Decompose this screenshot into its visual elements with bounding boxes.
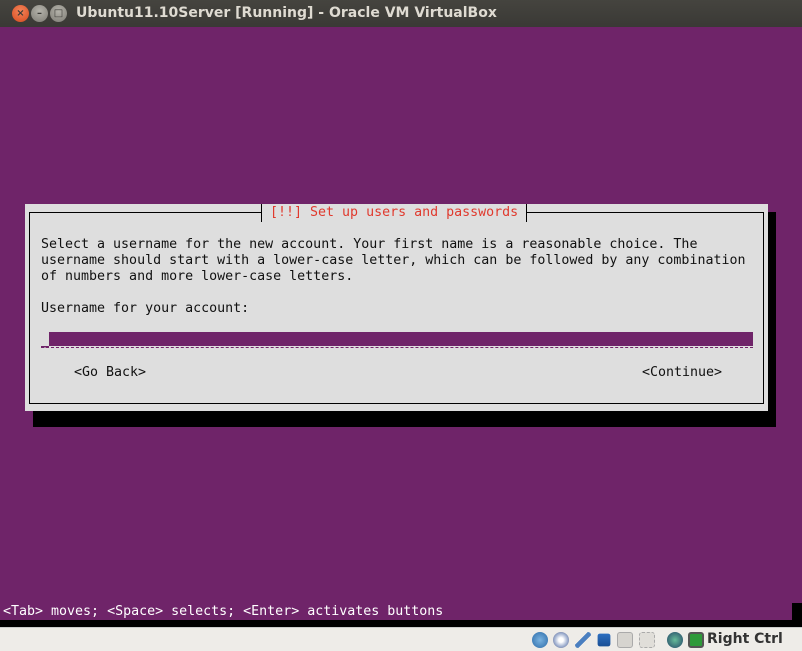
go-back-button[interactable]: <Go Back> (74, 365, 146, 381)
shared-folders-icon[interactable] (617, 632, 633, 648)
screen-border-right (792, 603, 802, 627)
virtualization-icon[interactable] (639, 632, 655, 648)
keyboard-hint: <Tab> moves; <Space> selects; <Enter> ac… (3, 604, 443, 620)
minimize-window-button[interactable]: – (31, 5, 48, 22)
username-label: Username for your account: (41, 301, 249, 317)
username-input[interactable] (49, 332, 753, 346)
window-title: Ubuntu11.10Server [Running] - Oracle VM … (76, 5, 497, 21)
title-bar: × – □ Ubuntu11.10Server [Running] - Orac… (0, 0, 802, 27)
dialog-description: Select a username for the new account. Y… (41, 237, 745, 285)
dialog-title: [!!] Set up users and passwords (261, 204, 527, 222)
keyboard-capture-icon[interactable] (688, 632, 704, 648)
host-key-label: Right Ctrl (707, 631, 783, 647)
status-bar: Right Ctrl (0, 627, 802, 651)
screen-border (0, 620, 802, 627)
continue-button[interactable]: <Continue> (642, 365, 722, 381)
mouse-integration-icon[interactable] (667, 632, 683, 648)
hard-disk-icon[interactable] (532, 632, 548, 648)
optical-drive-icon[interactable] (553, 632, 569, 648)
username-input-underline (41, 346, 753, 348)
setup-users-dialog: [!!] Set up users and passwords Select a… (25, 204, 768, 411)
maximize-window-button[interactable]: □ (50, 5, 67, 22)
network-icon[interactable] (598, 634, 611, 647)
usb-icon[interactable] (575, 632, 591, 648)
close-window-button[interactable]: × (12, 5, 29, 22)
